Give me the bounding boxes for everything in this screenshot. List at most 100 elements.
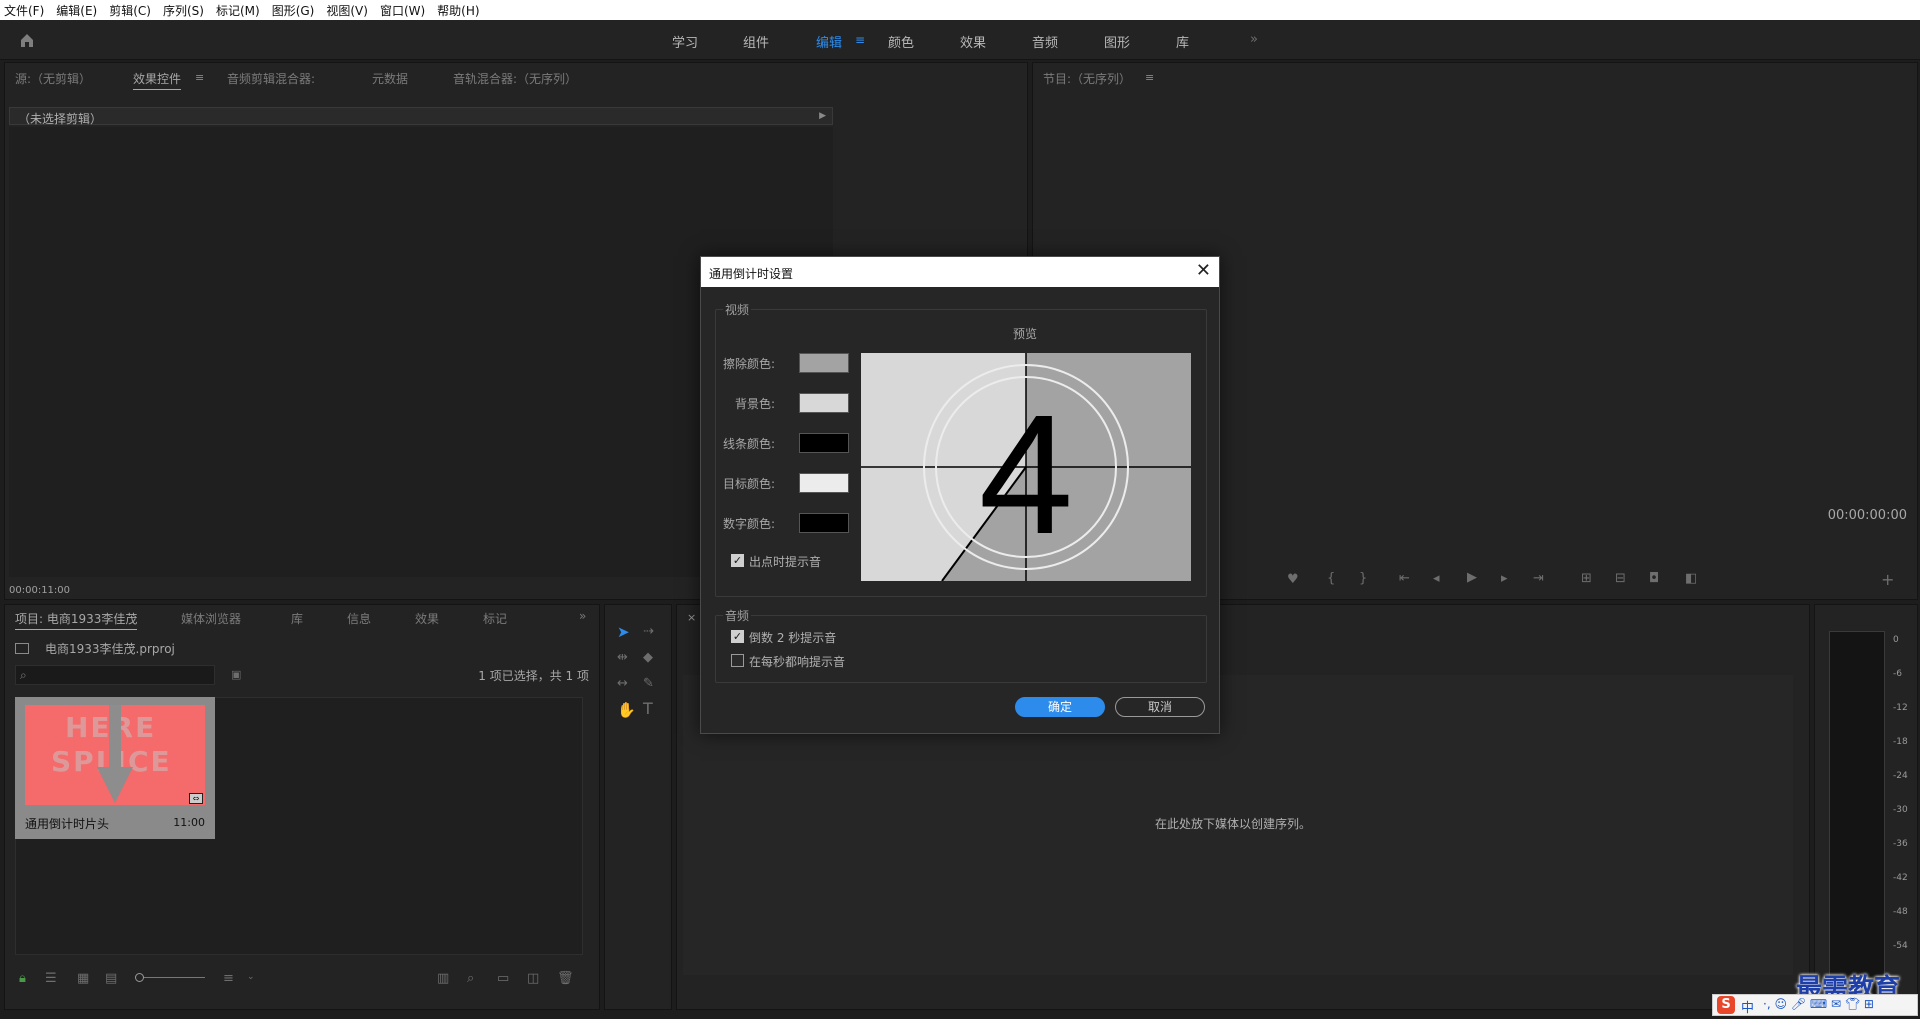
add-marker-icon[interactable]: ♥ [1287, 573, 1299, 586]
tab-source[interactable]: 源:（无剪辑） [15, 70, 91, 87]
tab-program[interactable]: 节目:（无序列） [1043, 70, 1131, 87]
sort-icon[interactable]: ≡ [223, 972, 234, 985]
sogou-icon: S [1717, 996, 1735, 1014]
tab-audio-clip-mixer[interactable]: 音频剪辑混合器: [227, 70, 315, 87]
tools-panel: ➤ ⇢ ⇹ ◆ ↔ ✎ ✋ T [604, 604, 672, 1010]
workspace-tab-effects[interactable]: 效果 [960, 32, 986, 51]
countdown-settings-dialog: 通用倒计时设置 ✕ 视频 预览 擦除颜色: 背景色: 线条颜色: 目标颜色: 数… [700, 256, 1220, 734]
preview-label: 预览 [1013, 327, 1038, 341]
workspace-tab-learn[interactable]: 学习 [672, 32, 698, 51]
ime-toolbar[interactable]: S 中 ·, ☺ 🎤︎ ⌨ ✉ 👕︎ ⊞ [1712, 994, 1918, 1016]
extract-icon[interactable]: ⊟ [1615, 572, 1626, 585]
project-search-input[interactable]: ⌕ [15, 665, 215, 685]
wipe-color-swatch[interactable] [799, 353, 849, 373]
number-color-swatch[interactable] [799, 513, 849, 533]
sort-dropdown-icon[interactable]: ⌄ [247, 973, 255, 982]
list-view-icon[interactable]: ☰ [45, 972, 57, 985]
tab-libraries[interactable]: 库 [291, 610, 303, 627]
play-icon[interactable]: ▶ [1467, 571, 1477, 584]
menu-edit[interactable]: 编辑(E) [56, 2, 97, 19]
lock-icon[interactable]: 🔒︎ [19, 972, 26, 985]
workspace-overflow-icon[interactable]: » [1250, 32, 1258, 47]
hand-tool-icon[interactable]: ✋ [617, 703, 636, 718]
zoom-slider[interactable] [137, 977, 205, 978]
zoom-slider-handle[interactable] [135, 973, 144, 982]
menu-file[interactable]: 文件(F) [4, 2, 44, 19]
menu-bar: 文件(F) 编辑(E) 剪辑(C) 序列(S) 标记(M) 图形(G) 视图(V… [0, 0, 1920, 20]
tab-markers[interactable]: 标记 [483, 610, 507, 627]
tab-metadata[interactable]: 元数据 [372, 70, 408, 87]
workspace-tab-assembly[interactable]: 组件 [743, 32, 769, 51]
project-item-countdown[interactable]: HERE SPLICE ⇔ 通用倒计时片头 11:00 [15, 697, 215, 839]
type-tool-icon[interactable]: T [643, 701, 653, 717]
tab-audio-track-mixer[interactable]: 音轨混合器:（无序列） [453, 70, 577, 87]
tab-info[interactable]: 信息 [347, 610, 371, 627]
track-select-tool-icon[interactable]: ⇢ [643, 625, 654, 638]
tab-effect-controls[interactable]: 效果控件 [133, 70, 182, 90]
background-color-swatch[interactable] [799, 393, 849, 413]
export-frame-icon[interactable]: ◘ [1649, 572, 1659, 585]
workspace-tab-editing[interactable]: 编辑 [816, 32, 842, 51]
cancel-button[interactable]: 取消 [1115, 697, 1205, 717]
mark-out-icon[interactable]: } [1359, 572, 1367, 585]
ok-button[interactable]: 确定 [1015, 697, 1105, 717]
beep-each-second-checkbox[interactable] [731, 654, 744, 667]
tab-project[interactable]: 项目: 电商1933李佳茂 [15, 610, 138, 630]
menu-graphics[interactable]: 图形(G) [272, 2, 315, 19]
step-forward-icon[interactable]: ▸ [1501, 572, 1508, 585]
go-to-in-icon[interactable]: ⇤ [1399, 572, 1410, 585]
new-bin-from-search-icon[interactable]: ▣ [231, 668, 241, 681]
home-icon[interactable] [19, 32, 35, 48]
beep-2s-checkbox[interactable]: ✓ [731, 630, 744, 643]
workspace-tab-audio[interactable]: 音频 [1032, 32, 1058, 51]
selection-status: 1 项已选择，共 1 项 [478, 669, 589, 683]
freeform-view-icon[interactable]: ▤ [105, 972, 117, 985]
tab-effects[interactable]: 效果 [415, 610, 439, 627]
menu-window[interactable]: 窗口(W) [380, 2, 425, 19]
target-color-swatch[interactable] [799, 473, 849, 493]
step-back-icon[interactable]: ◂ [1433, 572, 1440, 585]
ripple-edit-tool-icon[interactable]: ⇹ [617, 651, 628, 664]
pen-tool-icon[interactable]: ✎ [643, 677, 654, 690]
workspace-tab-color[interactable]: 颜色 [888, 32, 914, 51]
ime-tools-icons[interactable]: ·, ☺ 🎤︎ ⌨ ✉ 👕︎ ⊞ [1763, 997, 1874, 1011]
meter-tick: -18 [1893, 737, 1908, 747]
tab-media-browser[interactable]: 媒体浏览器 [181, 610, 241, 627]
lift-icon[interactable]: ⊞ [1581, 572, 1592, 585]
cue-out-checkbox[interactable]: ✓ [731, 554, 744, 567]
selection-tool-icon[interactable]: ➤ [617, 625, 630, 640]
menu-sequence[interactable]: 序列(S) [163, 2, 204, 19]
meter-tick: -12 [1893, 703, 1908, 713]
panel-menu-icon[interactable]: ≡ [195, 71, 204, 84]
menu-help[interactable]: 帮助(H) [437, 2, 479, 19]
panel-overflow-icon[interactable]: » [579, 609, 586, 623]
icon-view-icon[interactable]: ▦ [77, 972, 89, 985]
workspace-menu-icon[interactable]: ≡ [855, 33, 865, 47]
ime-mode-label[interactable]: 中 [1741, 997, 1754, 1016]
countdown-preview: 4 [861, 353, 1191, 581]
new-item-icon[interactable]: ◫ [527, 972, 539, 985]
automate-to-sequence-icon[interactable]: ▥ [437, 972, 449, 985]
close-timeline-icon[interactable]: × [687, 611, 696, 624]
audio-meter-panel: 0 -6 -12 -18 -24 -30 -36 -42 -48 -54 [1814, 604, 1918, 1010]
workspace-tab-graphics[interactable]: 图形 [1104, 32, 1130, 51]
workspace-tab-libraries[interactable]: 库 [1176, 32, 1189, 51]
new-bin-icon[interactable]: ▭ [497, 972, 509, 985]
program-menu-icon[interactable]: ≡ [1145, 71, 1154, 84]
menu-view[interactable]: 视图(V) [326, 2, 368, 19]
project-item-name: 通用倒计时片头 [25, 817, 110, 831]
number-color-label: 数字颜色: [722, 517, 775, 531]
menu-clip[interactable]: 剪辑(C) [109, 2, 151, 19]
slip-tool-icon[interactable]: ↔ [617, 677, 628, 690]
close-icon[interactable]: ✕ [1196, 262, 1211, 280]
go-to-out-icon[interactable]: ⇥ [1533, 572, 1544, 585]
line-color-swatch[interactable] [799, 433, 849, 453]
expand-arrow-icon[interactable]: ▶ [819, 111, 826, 121]
mark-in-icon[interactable]: { [1327, 572, 1335, 585]
menu-marker[interactable]: 标记(M) [216, 2, 260, 19]
add-button-icon[interactable]: + [1881, 572, 1894, 588]
trash-icon[interactable]: 🗑︎ [557, 972, 574, 985]
find-icon[interactable]: ⌕ [467, 972, 474, 985]
razor-tool-icon[interactable]: ◆ [643, 651, 653, 664]
comparison-view-icon[interactable]: ◧ [1685, 572, 1697, 585]
